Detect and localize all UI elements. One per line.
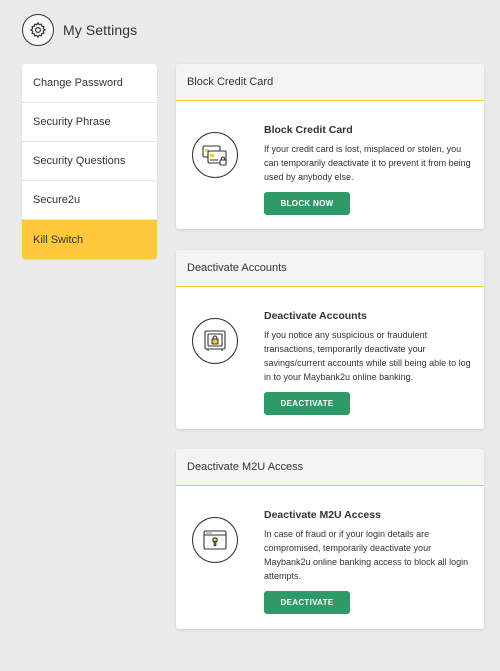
deactivate-accounts-card: Deactivate Accounts Deactivate Accounts … [176, 250, 484, 429]
gear-icon [22, 14, 54, 46]
sidebar-item-secure2u[interactable]: Secure2u [22, 181, 157, 220]
card-description: If your credit card is lost, misplaced o… [264, 144, 471, 182]
deactivate-m2u-button[interactable]: DEACTIVATE [264, 591, 350, 614]
card-content: Deactivate M2U Access In case of fraud o… [264, 509, 474, 614]
card-description: If you notice any suspicious or fraudule… [264, 330, 471, 382]
page-header: My Settings [22, 14, 137, 46]
safe-lock-icon [192, 318, 238, 364]
credit-cards-lock-icon [192, 132, 238, 178]
card-title: Deactivate M2U Access [264, 509, 381, 521]
browser-password-icon [192, 517, 238, 563]
deactivate-m2u-access-card: Deactivate M2U Access Deactivate M2U Acc… [176, 449, 484, 629]
card-title: Deactivate Accounts [264, 310, 367, 322]
settings-page: My Settings Change Password Security Phr… [0, 0, 500, 671]
sidebar-item-security-questions[interactable]: Security Questions [22, 142, 157, 181]
card-description: In case of fraud or if your login detail… [264, 529, 469, 581]
sidebar-item-change-password[interactable]: Change Password [22, 64, 157, 103]
block-credit-card-card: Block Credit Card Block Credit Card If y… [176, 64, 484, 229]
sidebar-item-kill-switch[interactable]: Kill Switch [22, 220, 157, 259]
card-content: Deactivate Accounts If you notice any su… [264, 310, 474, 415]
settings-sidebar: Change Password Security Phrase Security… [22, 64, 157, 259]
card-title: Block Credit Card [264, 124, 353, 136]
card-content: Block Credit Card If your credit card is… [264, 124, 474, 215]
card-header: Deactivate Accounts [176, 250, 484, 287]
card-header: Block Credit Card [176, 64, 484, 101]
block-now-button[interactable]: BLOCK NOW [264, 192, 350, 215]
deactivate-accounts-button[interactable]: DEACTIVATE [264, 392, 350, 415]
card-header: Deactivate M2U Access [176, 449, 484, 486]
sidebar-item-security-phrase[interactable]: Security Phrase [22, 103, 157, 142]
page-title: My Settings [63, 22, 138, 38]
